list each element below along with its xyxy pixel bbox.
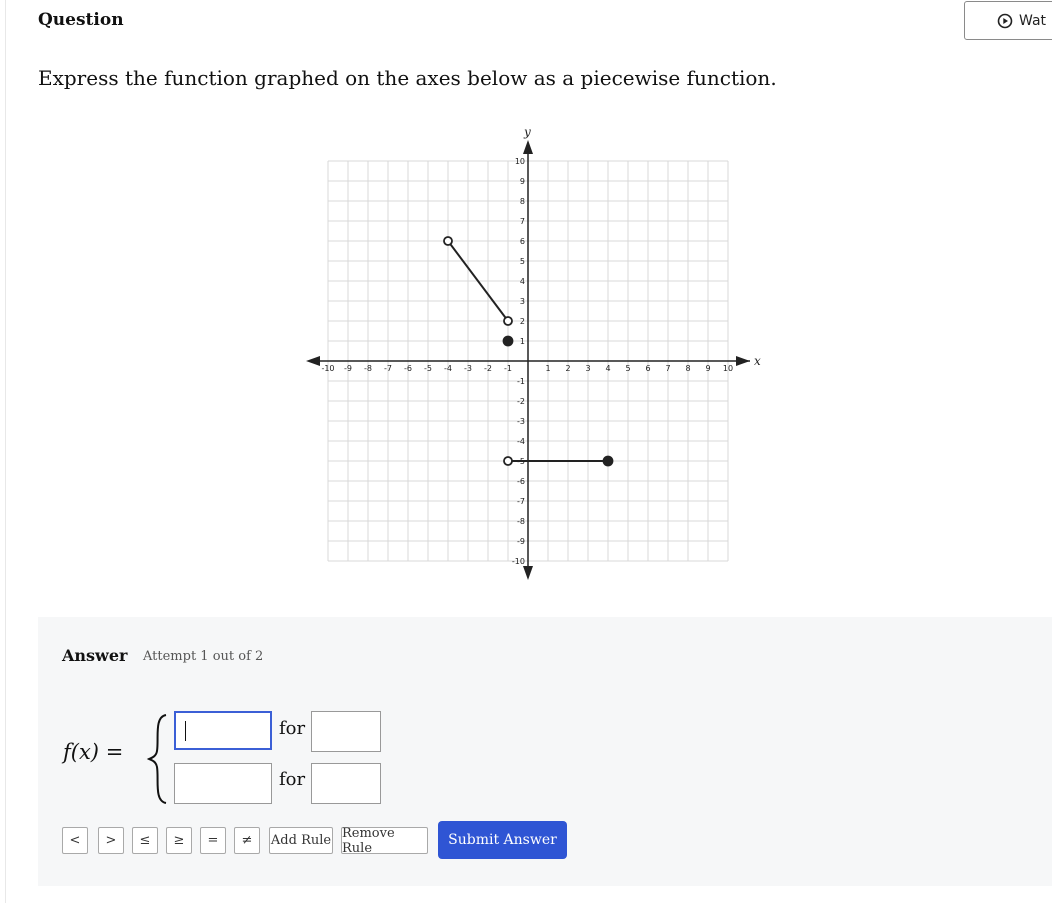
y-tick-label: 2 xyxy=(520,317,525,326)
x-tick-label: 3 xyxy=(585,364,590,373)
function-graph: x y -10 -9 -8 -7 -6 -5 -4 -3 -2 -1 1 2 3 4 5 6 7 8 9 10 10 9 8… xyxy=(306,125,761,580)
y-tick-label: -8 xyxy=(517,517,525,526)
y-tick-label: -3 xyxy=(517,417,525,426)
x-tick-label: -7 xyxy=(384,364,392,373)
x-axis-left-arrow xyxy=(306,356,320,366)
less-than-or-equal-button[interactable]: ≤ xyxy=(132,827,158,854)
y-tick-label: -1 xyxy=(517,377,525,386)
x-axis-label: x xyxy=(754,354,761,368)
y-axis-label: y xyxy=(523,125,531,139)
answer-panel: Answer Attempt 1 out of 2 f(x) = for for… xyxy=(38,617,1052,886)
y-tick-label: -9 xyxy=(517,537,525,546)
x-tick-label: 8 xyxy=(685,364,690,373)
y-tick-label: 5 xyxy=(520,257,525,266)
x-tick-label: 2 xyxy=(565,364,570,373)
piecewise-brace xyxy=(146,714,167,804)
closed-endpoint xyxy=(602,455,614,467)
piece-2-for-label: for xyxy=(279,769,306,790)
question-text: Express the function graphed on the axes… xyxy=(38,66,777,90)
less-than-button[interactable]: < xyxy=(62,827,88,854)
equals-button[interactable]: = xyxy=(200,827,226,854)
y-tick-label: 9 xyxy=(520,177,525,186)
not-equal-button[interactable]: ≠ xyxy=(234,827,260,854)
y-tick-label: 3 xyxy=(520,297,525,306)
y-tick-label: -6 xyxy=(517,477,525,486)
closed-point xyxy=(502,335,514,347)
x-tick-label: -2 xyxy=(484,364,492,373)
x-tick-label: 5 xyxy=(625,364,630,373)
watch-video-label: Wat xyxy=(1019,12,1047,29)
open-endpoint xyxy=(503,316,513,326)
x-tick-label: 4 xyxy=(605,364,610,373)
answer-label: Answer xyxy=(62,646,128,665)
add-rule-button[interactable]: Add Rule xyxy=(269,827,333,854)
function-notation: f(x) = xyxy=(63,740,123,764)
watch-video-button[interactable]: Wat xyxy=(964,1,1052,40)
x-tick-label: -8 xyxy=(364,364,372,373)
graph-axes: x y xyxy=(306,125,761,580)
x-tick-label: -1 xyxy=(504,364,512,373)
y-tick-label: -10 xyxy=(512,557,525,566)
x-tick-label: 6 xyxy=(645,364,650,373)
text-cursor xyxy=(185,721,186,741)
y-tick-label: -2 xyxy=(517,397,525,406)
remove-rule-button[interactable]: Remove Rule xyxy=(341,826,428,856)
attempt-counter: Attempt 1 out of 2 xyxy=(143,649,264,664)
x-axis-right-arrow xyxy=(736,356,750,366)
piece-1-condition-input[interactable] xyxy=(311,711,381,752)
x-tick-label: -3 xyxy=(464,364,472,373)
x-tick-label: 1 xyxy=(545,364,550,373)
y-tick-label: 10 xyxy=(515,157,525,166)
y-axis-up-arrow xyxy=(523,140,533,154)
x-tick-label: -4 xyxy=(444,364,452,373)
equals-sign: = xyxy=(105,740,124,764)
greater-than-or-equal-button[interactable]: ≥ xyxy=(166,827,192,854)
y-tick-label: 7 xyxy=(520,217,525,226)
y-tick-label: 8 xyxy=(520,197,525,206)
x-tick-label: 7 xyxy=(665,364,670,373)
y-axis-down-arrow xyxy=(523,566,533,580)
y-tick-label: 1 xyxy=(520,337,525,346)
x-tick-label: -5 xyxy=(424,364,432,373)
page-left-border xyxy=(5,0,6,903)
open-endpoint xyxy=(443,236,453,246)
function-name: f(x) xyxy=(63,740,100,764)
play-circle-icon xyxy=(997,13,1013,28)
piece-2-expression-input[interactable] xyxy=(174,763,272,804)
y-tick-label: 6 xyxy=(520,237,525,246)
piece-1-expression-input[interactable] xyxy=(174,711,272,750)
question-title: Question xyxy=(38,10,124,30)
x-tick-label: -6 xyxy=(404,364,412,373)
x-tick-label: 9 xyxy=(705,364,710,373)
y-tick-label: -7 xyxy=(517,497,525,506)
greater-than-button[interactable]: > xyxy=(98,827,124,854)
x-tick-label: -9 xyxy=(344,364,352,373)
x-tick-label: 10 xyxy=(723,364,733,373)
y-tick-label: 4 xyxy=(520,277,525,286)
open-endpoint xyxy=(503,456,513,466)
y-tick-label: -4 xyxy=(517,437,525,446)
x-tick-label: -10 xyxy=(321,364,334,373)
submit-answer-button[interactable]: Submit Answer xyxy=(438,821,567,859)
piece-1-for-label: for xyxy=(279,718,306,739)
piece-2-condition-input[interactable] xyxy=(311,763,381,804)
